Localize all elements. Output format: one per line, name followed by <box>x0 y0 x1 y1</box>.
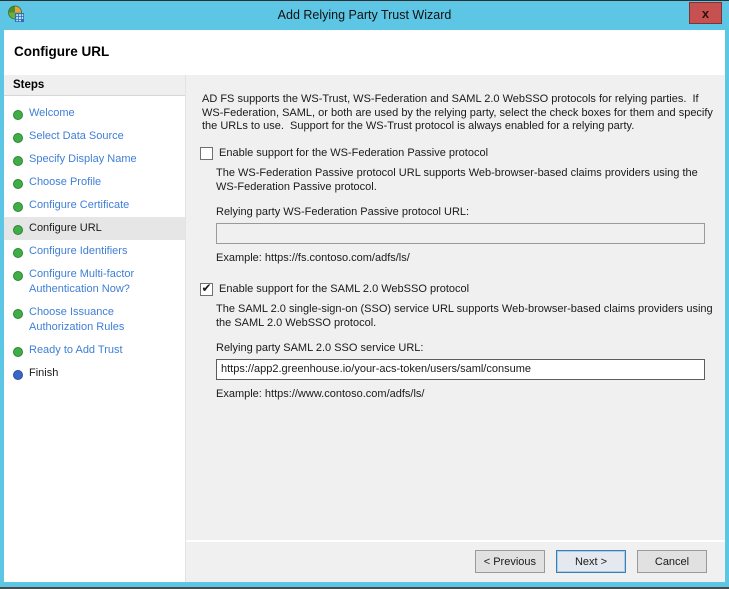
sidebar-item-select-data-source[interactable]: Select Data Source <box>4 125 185 148</box>
intro-text: AD FS supports the WS-Trust, WS-Federati… <box>202 93 716 132</box>
saml-url-label: Relying party SAML 2.0 SSO service URL: <box>216 341 424 354</box>
check-icon: ✔ <box>201 281 212 295</box>
close-button[interactable]: x <box>689 2 722 24</box>
wsfed-checkbox-row: Enable support for the WS-Federation Pas… <box>200 146 725 160</box>
sidebar-item-configure-mfa[interactable]: Configure Multi-factor Authentication No… <box>4 263 185 301</box>
steps-panel: Steps Welcome Select Data Source Specify… <box>4 75 186 582</box>
footer-separator <box>186 540 725 542</box>
previous-button[interactable]: < Previous <box>474 550 545 573</box>
sidebar-item-ready-to-add-trust[interactable]: Ready to Add Trust <box>4 339 185 362</box>
wsfed-example: Example: https://fs.contoso.com/adfs/ls/ <box>216 251 410 264</box>
wsfed-url-label: Relying party WS-Federation Passive prot… <box>216 205 470 218</box>
close-icon: x <box>701 5 710 21</box>
wsfed-checkbox[interactable] <box>200 146 213 160</box>
saml-description: The SAML 2.0 single-sign-on (SSO) servic… <box>216 302 713 329</box>
steps-heading: Steps <box>4 75 185 96</box>
sidebar-item-configure-certificate[interactable]: Configure Certificate <box>4 194 185 217</box>
cancel-button[interactable]: Cancel <box>637 550 707 573</box>
sidebar-item-choose-issuance-rules[interactable]: Choose Issuance Authorization Rules <box>4 301 185 339</box>
sidebar-item-choose-profile[interactable]: Choose Profile <box>4 171 185 194</box>
saml-url-input[interactable] <box>216 358 705 380</box>
window-title: Add Relying Party Trust Wizard <box>277 8 452 22</box>
saml-checkbox-label: Enable support for the SAML 2.0 WebSSO p… <box>219 283 470 295</box>
sidebar-item-configure-identifiers[interactable]: Configure Identifiers <box>4 240 185 263</box>
dialog-body: Configure URL Steps Welcome Select Data … <box>4 30 725 582</box>
footer-buttons: < Previous Next > Cancel <box>464 550 707 573</box>
next-button[interactable]: Next > <box>556 550 626 573</box>
sidebar-item-configure-url[interactable]: Configure URL <box>4 217 185 240</box>
titlebar: Add Relying Party Trust Wizard x <box>0 1 729 30</box>
sidebar-item-finish[interactable]: Finish <box>4 362 185 385</box>
wsfed-description: The WS-Federation Passive protocol URL s… <box>216 166 698 193</box>
wsfed-url-input <box>216 222 705 244</box>
steps-list: Welcome Select Data Source Specify Displ… <box>4 102 185 385</box>
wsfed-checkbox-label: Enable support for the WS-Federation Pas… <box>219 147 489 159</box>
saml-checkbox-row: ✔ Enable support for the SAML 2.0 WebSSO… <box>200 281 725 296</box>
wizard-window: Add Relying Party Trust Wizard x Configu… <box>0 0 729 589</box>
page-title: Configure URL <box>14 44 110 59</box>
saml-checkbox[interactable]: ✔ <box>200 281 213 296</box>
page-header: Configure URL <box>4 30 725 75</box>
sidebar-item-specify-display-name[interactable]: Specify Display Name <box>4 148 185 171</box>
sidebar-item-welcome[interactable]: Welcome <box>4 102 185 125</box>
saml-example: Example: https://www.contoso.com/adfs/ls… <box>216 387 425 400</box>
content-pane: AD FS supports the WS-Trust, WS-Federati… <box>186 75 725 582</box>
